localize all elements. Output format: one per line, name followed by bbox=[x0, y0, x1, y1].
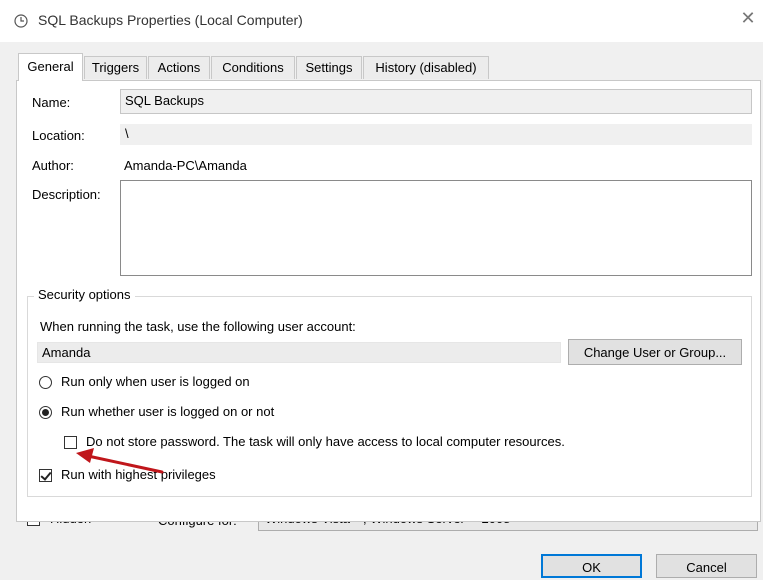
highest-privileges-checkbox[interactable] bbox=[39, 469, 52, 482]
description-label: Description: bbox=[32, 187, 101, 202]
general-panel bbox=[16, 80, 761, 522]
tab-history[interactable]: History (disabled) bbox=[363, 56, 489, 79]
tab-triggers[interactable]: Triggers bbox=[84, 56, 147, 79]
no-store-password-checkbox[interactable] bbox=[64, 436, 77, 449]
name-label: Name: bbox=[32, 95, 71, 110]
task-scheduler-icon bbox=[14, 14, 28, 28]
tab-conditions[interactable]: Conditions bbox=[211, 56, 295, 79]
location-field: \ bbox=[120, 124, 752, 145]
tab-settings[interactable]: Settings bbox=[296, 56, 362, 79]
ok-button[interactable]: OK bbox=[541, 554, 642, 578]
author-value: Amanda-PC\Amanda bbox=[124, 158, 247, 173]
location-label: Location: bbox=[32, 128, 85, 143]
name-field[interactable]: SQL Backups bbox=[120, 89, 752, 114]
cancel-button[interactable]: Cancel bbox=[656, 554, 757, 578]
author-label: Author: bbox=[32, 158, 74, 173]
radio-whether-logged-on[interactable] bbox=[39, 406, 52, 419]
tab-actions[interactable]: Actions bbox=[148, 56, 210, 79]
close-icon[interactable]: ✕ bbox=[738, 8, 758, 29]
window-title: SQL Backups Properties (Local Computer) bbox=[38, 12, 303, 28]
tab-general[interactable]: General bbox=[18, 53, 83, 81]
change-user-button[interactable]: Change User or Group... bbox=[568, 339, 742, 365]
radio-logged-on[interactable] bbox=[39, 376, 52, 389]
description-textarea[interactable] bbox=[120, 180, 752, 276]
